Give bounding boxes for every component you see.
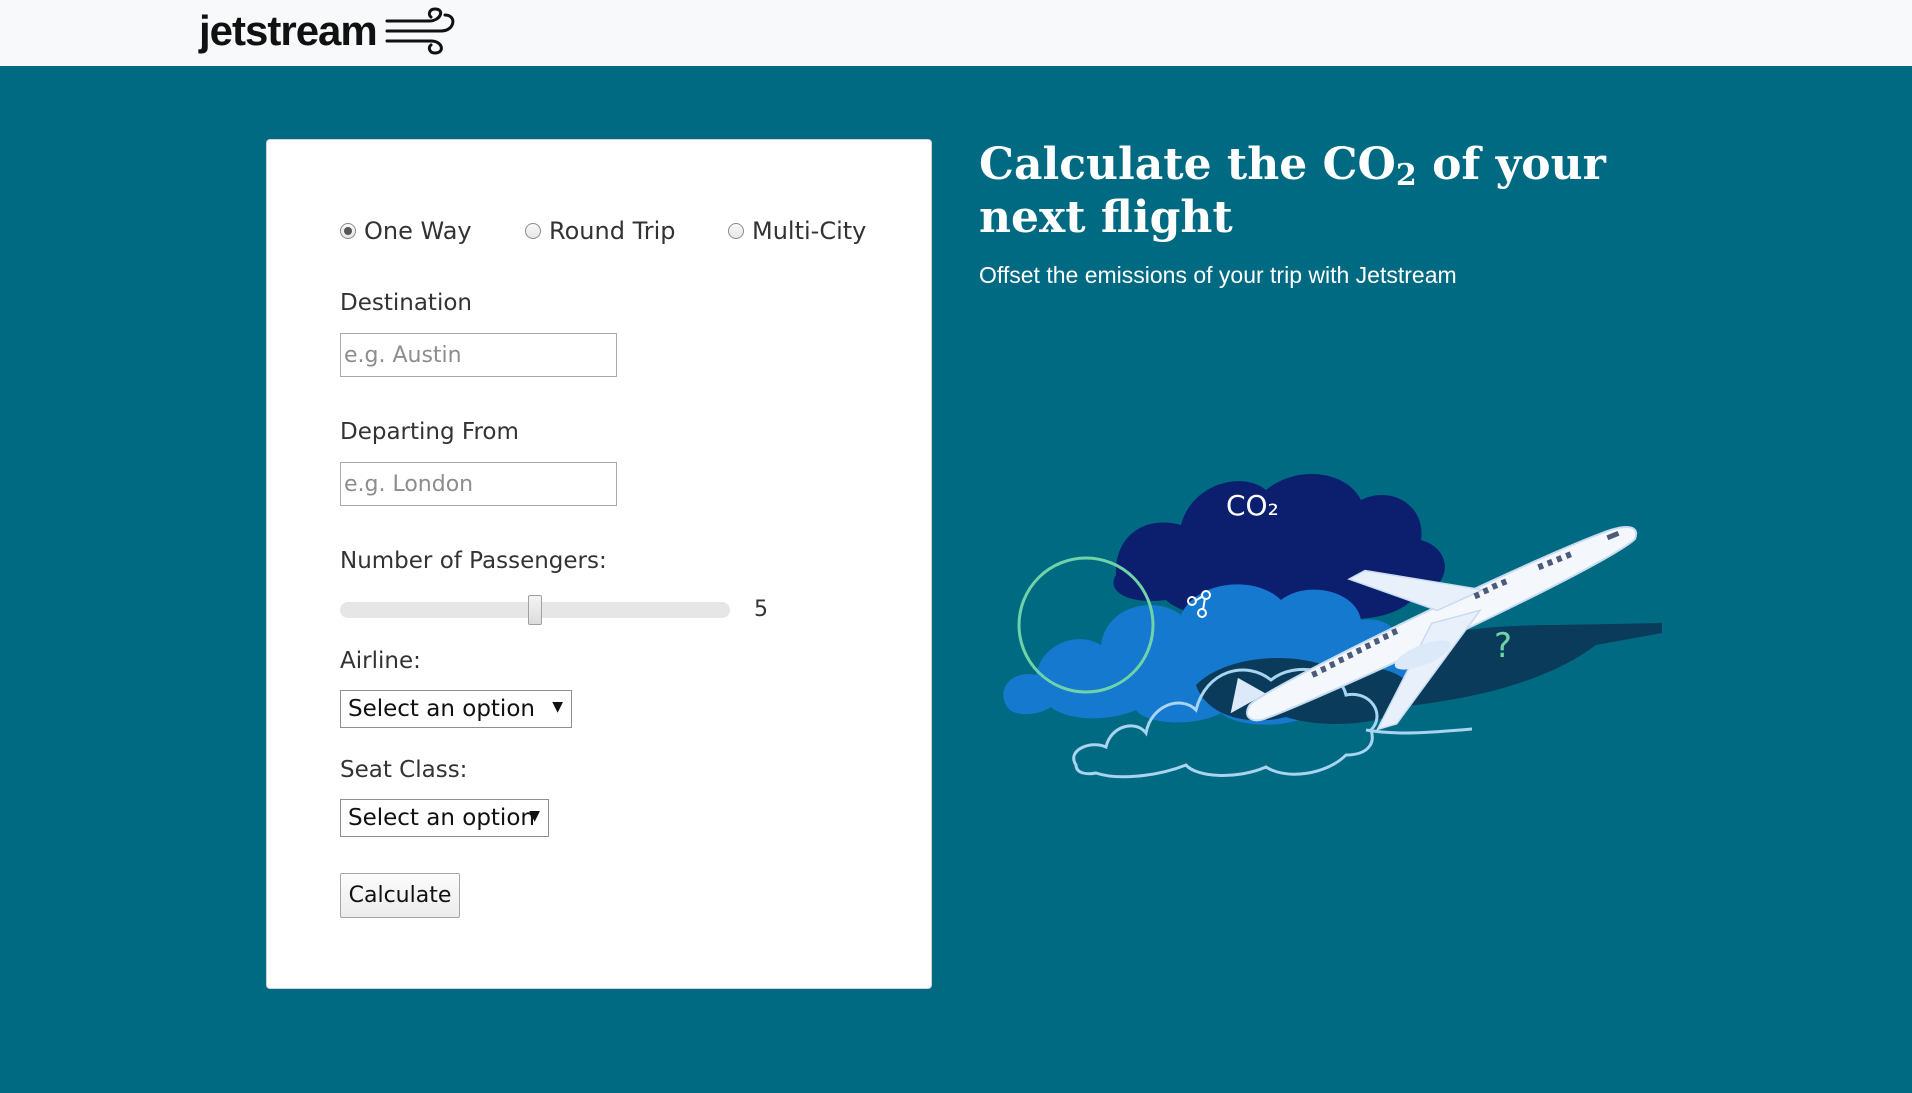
radio-round-trip-label: Round Trip <box>549 217 676 245</box>
airline-select[interactable]: Select an option ▼ <box>340 690 572 728</box>
question-mark: ? <box>1494 626 1512 666</box>
radio-one-way-control[interactable] <box>340 223 356 239</box>
calculate-button[interactable]: Calculate <box>340 873 460 918</box>
radio-round-trip-control[interactable] <box>525 223 541 239</box>
chevron-down-icon: ▼ <box>529 808 540 824</box>
radio-round-trip[interactable]: Round Trip <box>525 217 675 245</box>
wind-line <box>1365 727 1473 735</box>
page-subtitle: Offset the emissions of your trip with J… <box>979 262 1457 288</box>
destination-input[interactable] <box>340 333 617 377</box>
trip-type-group: One Way Round Trip Multi-City <box>340 217 900 247</box>
seat-class-select-value: Select an option <box>348 805 535 831</box>
radio-multi-city-label: Multi-City <box>752 217 867 245</box>
wind-icon <box>385 7 455 55</box>
airline-select-value: Select an option <box>348 696 535 722</box>
radio-one-way[interactable]: One Way <box>340 217 472 245</box>
seat-class-label: Seat Class: <box>340 757 468 783</box>
logo-text: jetstream <box>199 7 378 54</box>
radio-multi-city-control[interactable] <box>728 223 744 239</box>
passengers-slider-thumb[interactable] <box>528 595 542 625</box>
passengers-value: 5 <box>754 597 768 622</box>
radio-multi-city[interactable]: Multi-City <box>728 217 866 245</box>
departing-input[interactable] <box>340 462 617 506</box>
page-title: Calculate the CO2 of your next flight <box>979 139 1606 243</box>
airplane-illustration: CO₂ ? <box>1003 473 1662 779</box>
passengers-label: Number of Passengers: <box>340 548 607 574</box>
logo[interactable]: jetstream <box>199 4 457 58</box>
radio-one-way-label: One Way <box>364 217 472 245</box>
departing-label: Departing From <box>340 419 519 445</box>
top-nav-bar: jetstream <box>0 0 1912 66</box>
dark-cloud <box>1113 473 1445 619</box>
airline-label: Airline: <box>340 648 421 674</box>
seat-class-select[interactable]: Select an option ▼ <box>340 799 549 837</box>
chevron-down-icon: ▼ <box>552 699 563 715</box>
co2-label: CO₂ <box>1226 489 1279 522</box>
destination-label: Destination <box>340 290 472 316</box>
